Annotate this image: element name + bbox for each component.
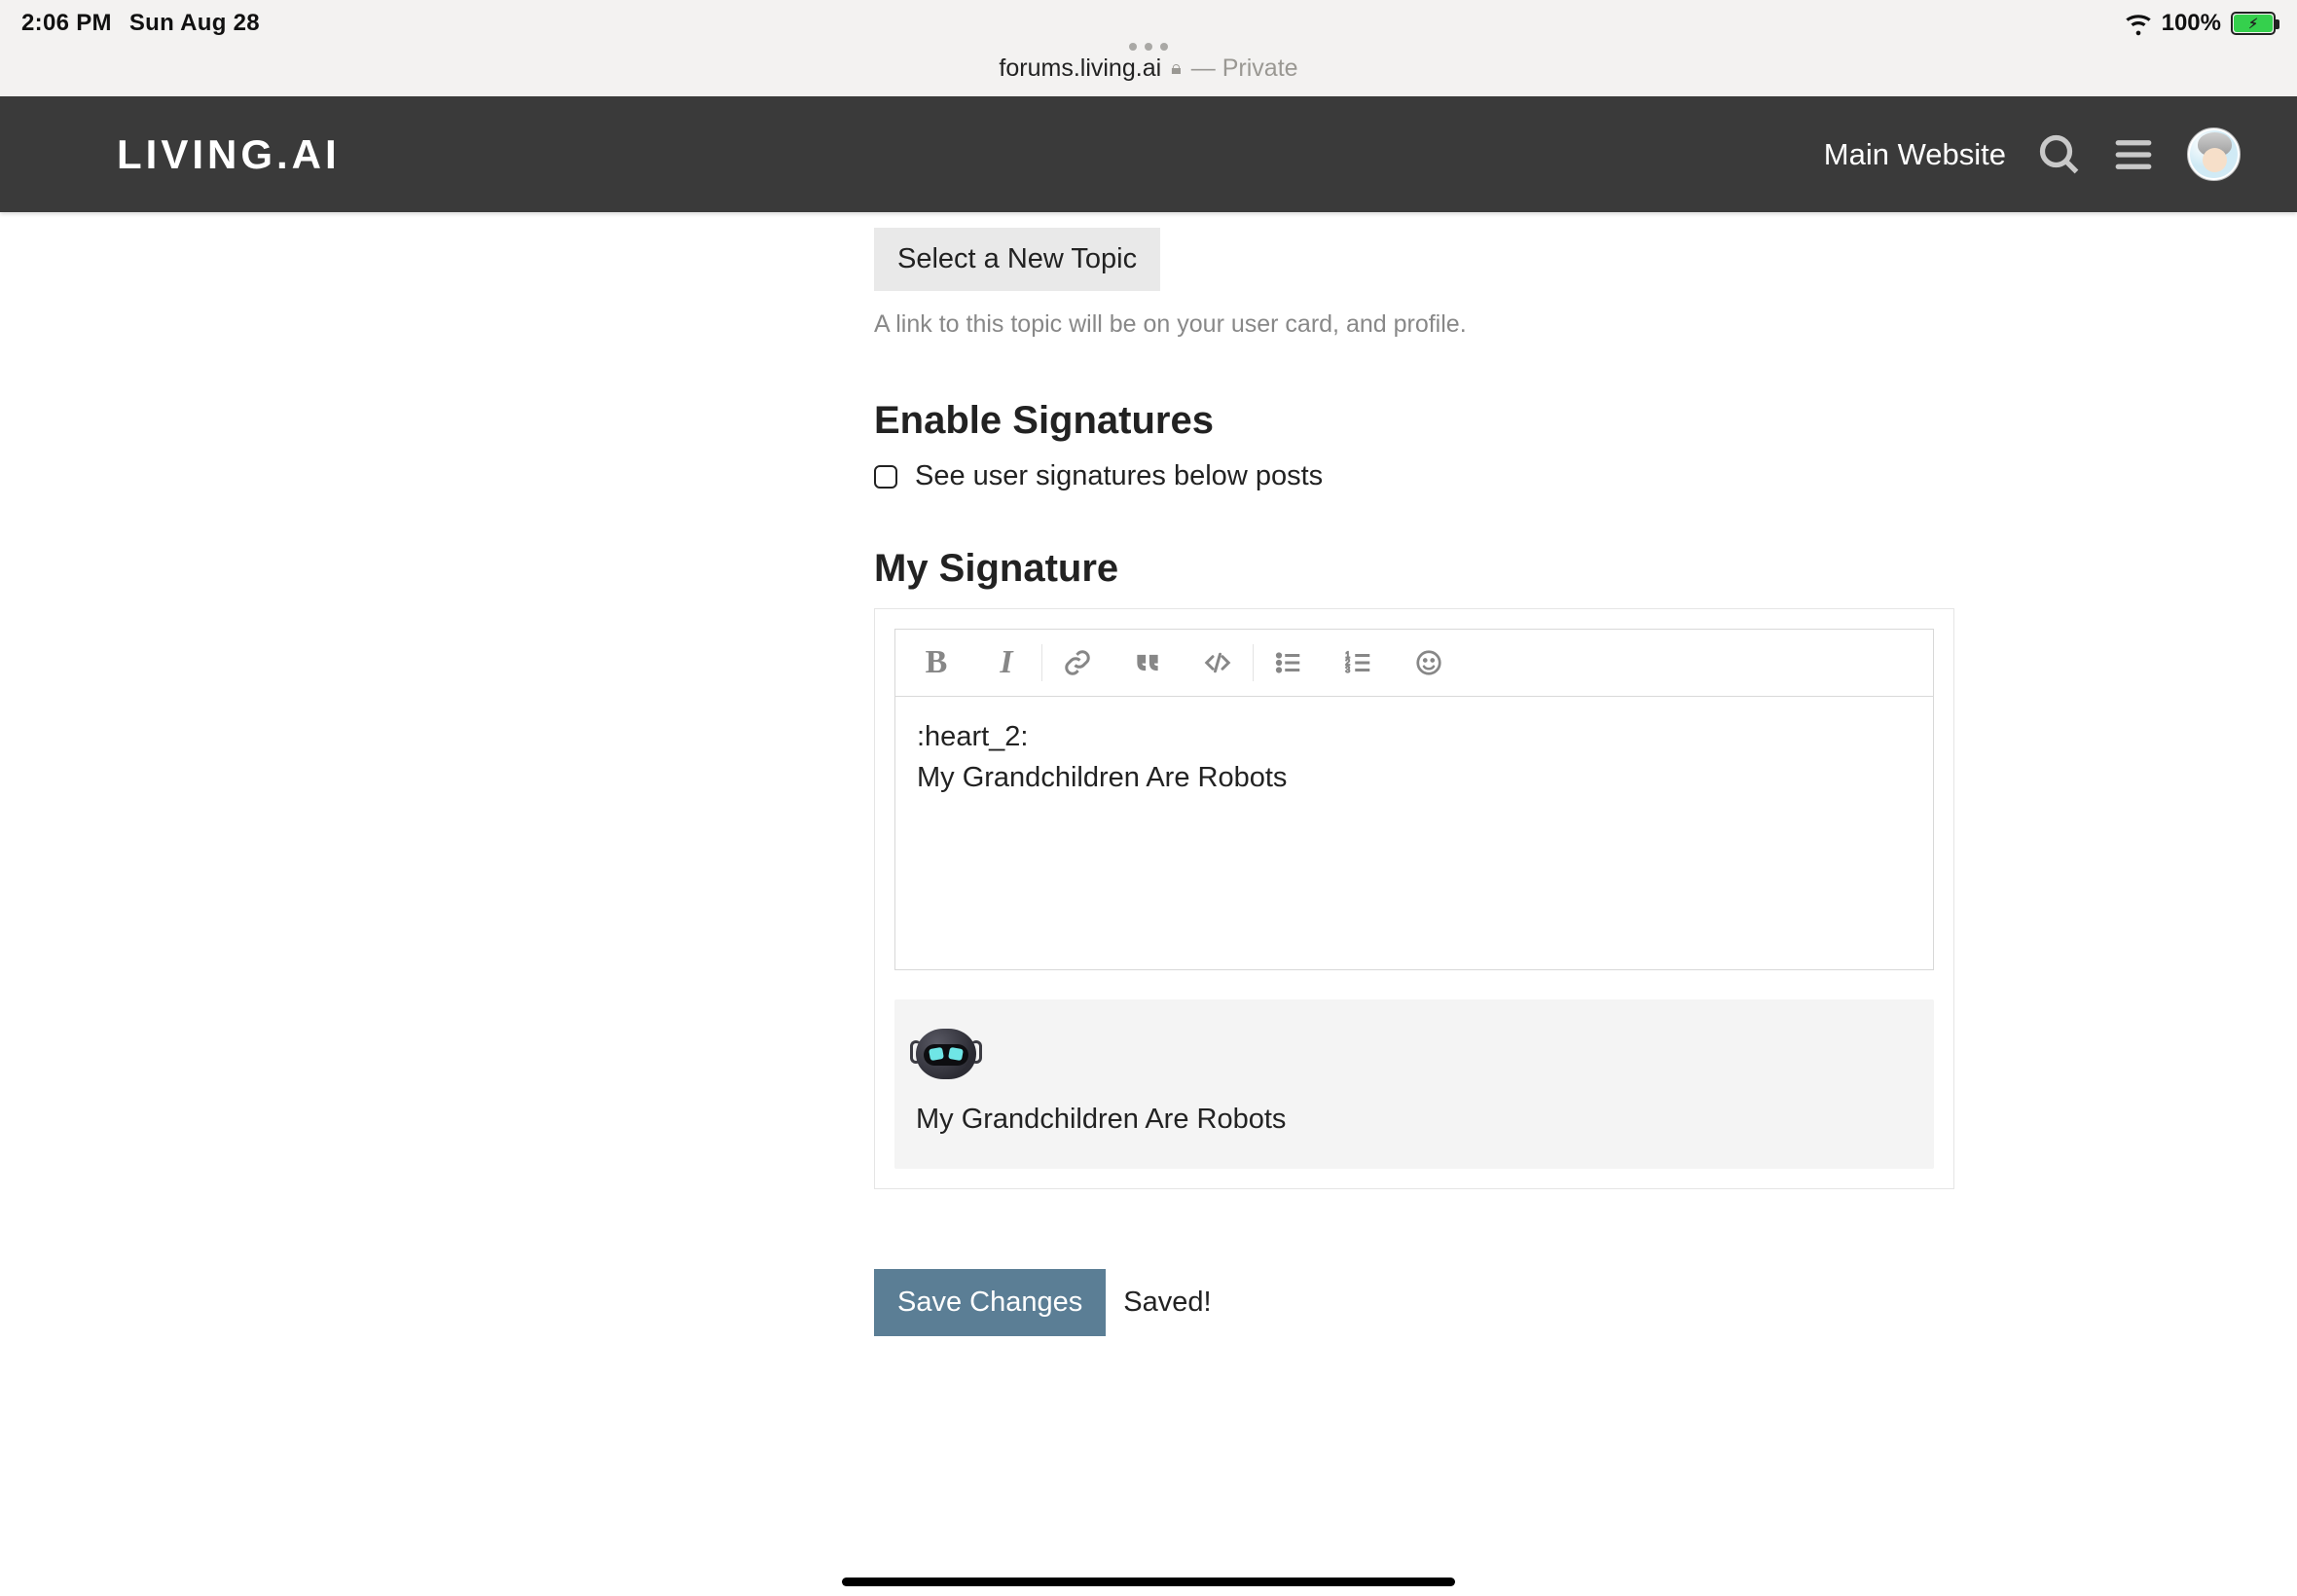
lock-icon: 🔒︎ — [1171, 57, 1182, 80]
save-row: Save Changes Saved! — [874, 1269, 1954, 1336]
battery-icon: ⚡︎ — [2231, 12, 2276, 35]
quote-button[interactable] — [1112, 635, 1183, 690]
ios-status-right: 100% ⚡︎ — [2125, 10, 2276, 37]
site-header: LIVING.AI Main Website — [0, 96, 2297, 212]
signature-editor: B I 1 — [894, 629, 1934, 970]
emoji-button[interactable] — [1394, 635, 1464, 690]
ios-address-area: forums.living.ai 🔒︎ — Private — [0, 39, 2297, 96]
status-date: Sun Aug 28 — [129, 10, 260, 37]
ios-status-bar: 2:06 PM Sun Aug 28 100% ⚡︎ — [0, 0, 2297, 39]
saved-indicator: Saved! — [1123, 1287, 1211, 1319]
header-right: Main Website — [1824, 127, 2241, 181]
home-indicator[interactable] — [842, 1578, 1455, 1586]
my-signature-heading: My Signature — [874, 547, 1954, 591]
bullet-list-button[interactable] — [1254, 635, 1324, 690]
code-button[interactable] — [1183, 635, 1253, 690]
url-host: forums.living.ai — [999, 54, 1161, 83]
preferences-content: Select a New Topic A link to this topic … — [874, 212, 1954, 1336]
user-avatar[interactable] — [2187, 127, 2241, 181]
featured-topic-hint: A link to this topic will be on your use… — [874, 310, 1954, 339]
search-icon[interactable] — [2039, 134, 2080, 175]
address-bar[interactable]: forums.living.ai 🔒︎ — Private — [999, 54, 1297, 83]
ios-chrome: 2:06 PM Sun Aug 28 100% ⚡︎ forums.living… — [0, 0, 2297, 96]
page-wrap: Select a New Topic A link to this topic … — [341, 212, 1956, 1433]
signature-preview: My Grandchildren Are Robots — [894, 999, 1934, 1169]
featured-topic-section: Select a New Topic A link to this topic … — [874, 228, 1954, 339]
save-changes-button[interactable]: Save Changes — [874, 1269, 1106, 1336]
wifi-icon — [2125, 10, 2152, 37]
main-website-link[interactable]: Main Website — [1824, 137, 2006, 172]
site-logo[interactable]: LIVING.AI — [117, 131, 341, 178]
battery-percent: 100% — [2162, 10, 2221, 37]
see-signatures-checkbox[interactable] — [874, 465, 897, 489]
signature-textarea[interactable]: :heart_2: My Grandchildren Are Robots — [895, 697, 1933, 969]
select-new-topic-button[interactable]: Select a New Topic — [874, 228, 1160, 291]
hamburger-menu-icon[interactable] — [2113, 134, 2154, 175]
heart-2-emoji-icon — [916, 1025, 976, 1085]
tab-dots-icon[interactable] — [1129, 43, 1168, 51]
signature-panel: B I 1 — [874, 608, 1954, 1189]
clock: 2:06 PM — [21, 10, 112, 37]
enable-signatures-heading: Enable Signatures — [874, 399, 1954, 443]
see-signatures-label: See user signatures below posts — [915, 460, 1323, 492]
private-label: — Private — [1191, 54, 1298, 83]
italic-button[interactable]: I — [971, 635, 1041, 690]
svg-text:3: 3 — [1345, 665, 1350, 674]
link-button[interactable] — [1042, 635, 1112, 690]
bold-button[interactable]: B — [901, 635, 971, 690]
see-signatures-checkbox-row: See user signatures below posts — [874, 460, 1954, 492]
ios-status-left: 2:06 PM Sun Aug 28 — [21, 10, 260, 37]
editor-toolbar: B I 1 — [895, 630, 1933, 697]
numbered-list-button[interactable]: 123 — [1324, 635, 1394, 690]
signature-preview-text: My Grandchildren Are Robots — [916, 1104, 1913, 1136]
